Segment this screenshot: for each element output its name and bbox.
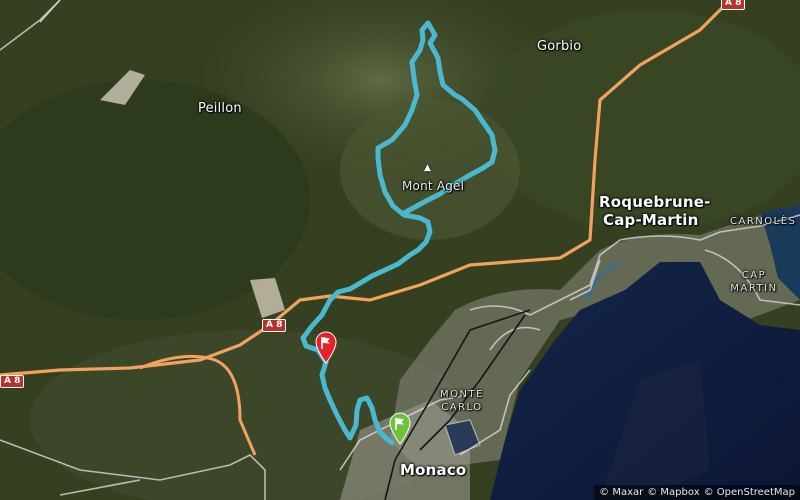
place-label-carnoles: CARNOLÈS <box>730 216 797 227</box>
place-label-mont-agel: Mont Agel <box>402 179 465 193</box>
a8-road-shield: A 8 <box>0 375 25 388</box>
place-label-gorbio: Gorbio <box>537 39 582 54</box>
attribution-mapbox[interactable]: © Mapbox <box>647 487 699 498</box>
place-label-monte-carlo-2: CARLO <box>441 402 483 413</box>
a8-road-shield: A 8 <box>262 319 287 332</box>
place-label-roquebrune-line1: Roquebrune- <box>599 193 711 211</box>
place-label-roquebrune-line2: Cap-Martin <box>603 211 699 229</box>
attribution-maxar[interactable]: © Maxar <box>599 487 643 498</box>
green-flag-marker[interactable] <box>388 411 412 445</box>
satellite-map[interactable]: Peillon Gorbio ▲ Mont Agel Roquebrune- C… <box>0 0 800 500</box>
place-label-cap-martin-2: MARTIN <box>730 283 778 294</box>
a8-road-shield: A 8 <box>721 0 746 10</box>
place-label-monte-carlo-1: MONTE <box>440 389 484 400</box>
place-label-monaco: Monaco <box>400 461 467 479</box>
map-attribution: © Maxar © Mapbox © OpenStreetMap <box>594 485 800 500</box>
attribution-osm[interactable]: © OpenStreetMap <box>704 487 795 498</box>
red-flag-marker[interactable] <box>314 330 338 364</box>
place-label-cap-martin-1: CAP <box>741 270 767 281</box>
peak-icon: ▲ <box>424 163 431 173</box>
place-label-peillon: Peillon <box>198 101 242 116</box>
